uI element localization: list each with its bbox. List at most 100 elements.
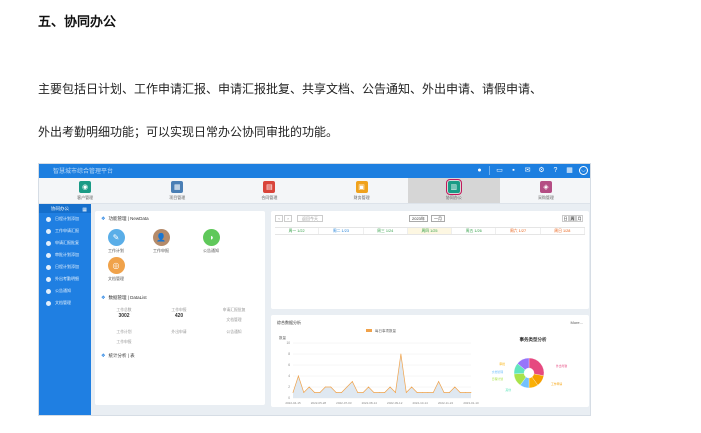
shortcut-icon: 👤 <box>152 229 170 246</box>
module-tab[interactable]: ◉ 客户管理 <box>39 178 131 203</box>
shortcut-item[interactable]: ◑ 公告通知 <box>196 229 226 254</box>
sidebar-item-icon <box>46 264 51 270</box>
data-point <box>351 381 353 382</box>
shortcut-item[interactable]: ◎ 文档管理 <box>101 257 131 282</box>
shortcut-label: 工作申报 <box>153 248 169 253</box>
x-tick-label: 2022-04-15 <box>285 401 301 405</box>
help-icon[interactable]: ? <box>551 166 560 175</box>
data-point <box>292 392 294 393</box>
stat-label: 文档管理 <box>226 318 242 322</box>
series-line <box>292 353 471 394</box>
data-point <box>314 392 315 393</box>
prev-icon[interactable]: ‹ <box>275 215 283 222</box>
app-topbar: 智慧城市综合管理平台 ● ▭ ▪ ✉ ⚙ ? ▦ ◡ <box>39 164 590 178</box>
windows-icon[interactable]: ▦ <box>565 166 574 175</box>
module-icon: ▤ <box>263 181 276 193</box>
legend-label: 每日事项数量 <box>375 328 396 333</box>
stat-item: 工作总数 3002 <box>99 308 149 319</box>
header-icons: ● ▭ ▪ ✉ ⚙ ? ▦ ◡ <box>475 166 588 175</box>
shortcuts-title: ❖ 功能管理 | NewData <box>95 216 149 222</box>
stat-label: 公告通知 <box>226 330 242 334</box>
month-select[interactable]: 一月 <box>431 215 445 222</box>
sidebar-item[interactable]: 审批计划添加 <box>39 249 91 261</box>
module-tab[interactable]: ▦ 项目管理 <box>131 178 223 203</box>
day-header[interactable]: 周六 1/27 <box>496 228 541 234</box>
stats-title: ❖ 数据管理 | DataList <box>95 295 147 301</box>
day-header[interactable]: 周三 1/24 <box>364 228 408 234</box>
calendar-toolbar: ‹ › 返回今天 2023年 一月 日周月 <box>275 215 585 223</box>
data-point <box>395 392 396 393</box>
sidebar-item-label: 外出考勤明细 <box>55 276 79 281</box>
doc-paragraph-2: 外出考勤明细功能；可以实现日常办公协同审批的功能。 <box>38 125 339 139</box>
data-point <box>373 392 375 393</box>
sidebar-item-icon <box>46 228 51 234</box>
mail-icon[interactable]: ✉ <box>523 166 532 175</box>
bell-icon[interactable]: ● <box>475 166 484 175</box>
sidebar-item[interactable]: 工作申请汇报 <box>39 225 91 237</box>
shortcut-icon: ✎ <box>107 229 125 246</box>
shortcut-item[interactable]: 👤 工作申报 <box>146 229 176 254</box>
sidebar-item-label: 日程计划添加 <box>55 264 79 269</box>
day-header[interactable]: 周四 1/25 <box>407 228 453 234</box>
stat-value: 3002 <box>118 313 130 319</box>
pie-callout-label: 日程计划 <box>492 377 503 381</box>
shortcut-label: 公告通知 <box>203 248 219 253</box>
y-tick-label: 2 <box>288 385 290 389</box>
day-header[interactable]: 周二 1/23 <box>319 228 364 234</box>
shortcut-label: 文档管理 <box>108 276 124 281</box>
sidebar-item[interactable]: 日程计划添加 <box>39 261 91 273</box>
module-tab[interactable]: ▤ 合同管理 <box>223 178 315 203</box>
day-header[interactable]: 周日 1/28 <box>541 228 585 234</box>
y-tick-label: 4 <box>288 374 290 378</box>
day-header[interactable]: 周五 1/26 <box>452 228 497 234</box>
today-button[interactable]: 返回今天 <box>297 215 323 222</box>
monitor-icon[interactable]: ▭ <box>495 166 504 175</box>
sidebar: 协同办公 ▦ 日程计划添加 工作申请汇报 申请汇报批复 审批计划添加 日程计划添加 外出考… <box>39 204 91 415</box>
data-point <box>378 392 380 393</box>
sidebar-item[interactable]: 申请汇报批复 <box>39 237 91 249</box>
data-point <box>330 386 332 388</box>
sidebar-item-label: 文档管理 <box>55 300 71 305</box>
chart-canvas: 每日事项数量数量 0 2 4 6 8 10 2022-04-15 2022-05-28 2022-… <box>279 328 567 405</box>
y-axis-label: 数量 <box>279 335 287 340</box>
shortcut-label: 工作计划 <box>108 248 124 253</box>
module-tab[interactable]: ▣ 财务管理 <box>316 178 408 203</box>
sidebar-item[interactable]: 文档管理 <box>39 297 91 309</box>
chat-icon[interactable]: ▪ <box>509 166 518 175</box>
view-button[interactable]: 周 <box>569 215 576 222</box>
x-tick-label: 2022-11-22 <box>438 401 453 405</box>
view-button[interactable]: 月 <box>576 215 583 222</box>
sidebar-item-icon <box>46 240 51 246</box>
divider <box>489 166 490 175</box>
data-point <box>362 392 364 393</box>
data-point <box>368 386 369 388</box>
sidebar-item[interactable]: 公告通知 <box>39 285 91 297</box>
sidebar-item-label: 公告通知 <box>55 288 71 293</box>
view-button[interactable]: 日 <box>562 215 569 222</box>
day-header[interactable]: 周一 1/22 <box>275 228 320 234</box>
pie-callout-label: 其他 <box>505 388 511 392</box>
data-point <box>308 386 310 388</box>
module-icon: ▥ <box>445 179 462 195</box>
section-icon: ❖ <box>101 216 106 222</box>
next-icon[interactable]: › <box>284 215 292 222</box>
analysis-title-text: 统计分析 | 表 <box>108 353 135 358</box>
x-tick-label: 2023-01-10 <box>463 401 479 405</box>
data-point <box>405 392 407 393</box>
data-point <box>470 392 472 393</box>
settings-icon[interactable]: ⚙ <box>537 166 546 175</box>
data-point <box>341 392 342 393</box>
year-select[interactable]: 2023年 <box>409 215 428 222</box>
data-point <box>384 392 386 393</box>
shortcut-item[interactable]: ✎ 工作计划 <box>101 229 131 254</box>
module-tab[interactable]: ▥ 协同办公 <box>407 178 500 203</box>
data-point <box>346 386 348 388</box>
data-point <box>454 386 456 388</box>
grid-icon[interactable]: ▦ <box>82 206 87 215</box>
module-tab[interactable]: ◈ 采购管理 <box>500 178 590 203</box>
module-label: 财务管理 <box>353 195 370 200</box>
user-icon[interactable]: ◡ <box>579 166 588 175</box>
sidebar-item-icon <box>46 300 51 306</box>
sidebar-list: 日程计划添加 工作申请汇报 申请汇报批复 审批计划添加 日程计划添加 外出考勤明细 公告通知… <box>39 213 91 309</box>
sidebar-item[interactable]: 外出考勤明细 <box>39 273 91 285</box>
